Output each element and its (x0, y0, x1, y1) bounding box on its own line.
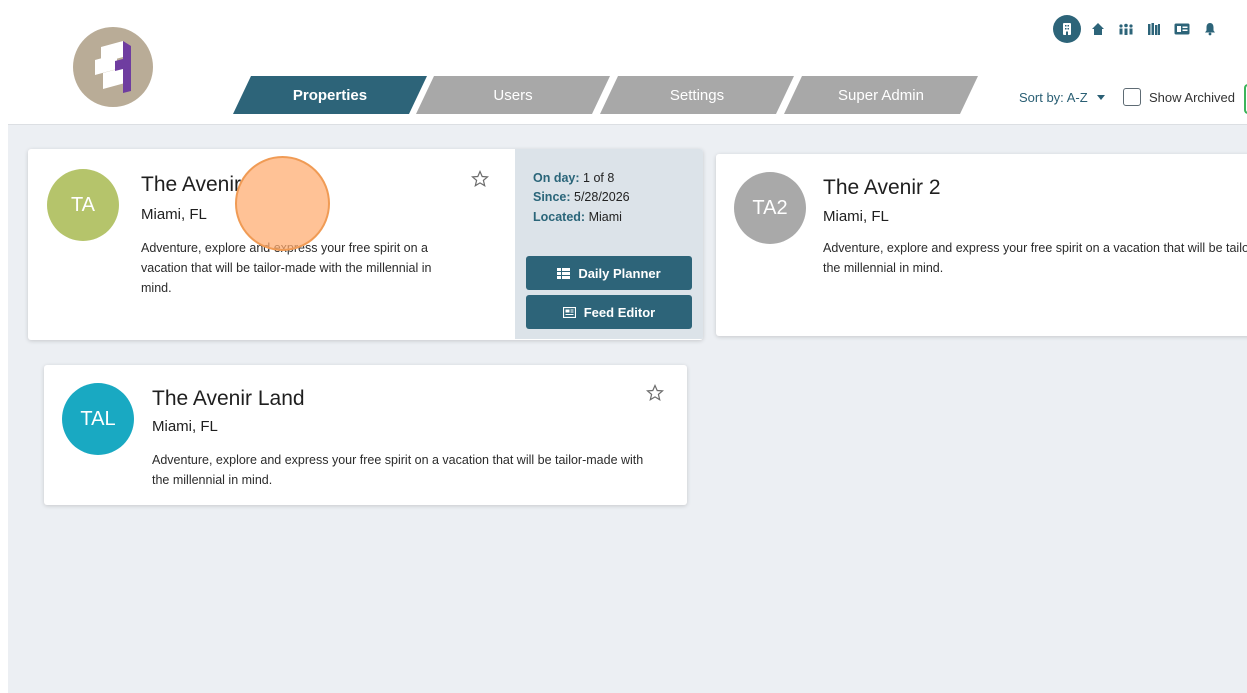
property-name[interactable]: The Avenir Land (152, 387, 305, 411)
top-icon-bar (1053, 15, 1216, 43)
daily-planner-label: Daily Planner (578, 265, 661, 281)
property-details-panel: On day: 1 of 8 Since: 5/28/2026 Located:… (515, 149, 703, 339)
description-line: vacation that will be tailor-made with t… (141, 261, 432, 275)
tab-settings[interactable]: Settings (600, 76, 794, 114)
property-description: Adventure, explore and express your free… (823, 238, 1247, 278)
property-avatar: TA (47, 169, 119, 241)
since-label: Since: (533, 190, 571, 204)
feed-editor-button[interactable]: Feed Editor (526, 295, 692, 329)
show-archived-label: Show Archived (1149, 89, 1235, 105)
property-avatar: TAL (62, 383, 134, 455)
on-day-value: 1 of 8 (583, 171, 615, 185)
planner-grid-icon (557, 267, 571, 279)
top-header: Properties Users Settings Super Admin So… (8, 8, 1247, 125)
bell-icon[interactable] (1204, 22, 1216, 36)
tab-properties-label: Properties (292, 86, 368, 104)
daily-planner-button[interactable]: Daily Planner (526, 256, 692, 290)
description-line: the millennial in mind. (823, 261, 944, 275)
tab-properties[interactable]: Properties (233, 76, 427, 114)
tab-super-admin[interactable]: Super Admin (784, 76, 978, 114)
property-card[interactable]: TA The Avenir Miami, FL Adventure, explo… (28, 149, 703, 340)
id-card-icon[interactable] (1174, 23, 1190, 35)
on-day-row: On day: 1 of 8 (533, 171, 614, 185)
favorite-star-icon[interactable] (646, 384, 664, 402)
click-indicator (235, 156, 330, 251)
property-card[interactable]: TAL The Avenir Land Miami, FL Adventure,… (44, 365, 687, 505)
feed-editor-label: Feed Editor (583, 304, 656, 320)
group-icon[interactable] (1118, 22, 1134, 36)
on-day-label: On day: (533, 171, 580, 185)
building-icon[interactable] (1053, 15, 1081, 43)
sort-label: Sort by: A-Z (1019, 90, 1088, 105)
property-name[interactable]: The Avenir (141, 173, 241, 197)
sort-dropdown[interactable]: Sort by: A-Z (1019, 90, 1105, 105)
description-line: the millennial in mind. (152, 473, 273, 487)
description-line: Adventure, explore and express your free… (823, 241, 1247, 255)
tab-settings-label: Settings (669, 86, 725, 104)
library-icon[interactable] (1147, 22, 1161, 36)
description-line: Adventure, explore and express your free… (152, 453, 644, 467)
located-row: Located: Miami (533, 210, 622, 224)
description-line: mind. (141, 281, 172, 295)
newspaper-icon (562, 306, 576, 318)
caret-down-icon (1096, 95, 1105, 100)
property-card[interactable]: TA2 The Avenir 2 Miami, FL Adventure, ex… (716, 154, 1247, 336)
tab-super-admin-label: Super Admin (838, 86, 924, 104)
property-location: Miami, FL (141, 206, 207, 223)
favorite-star-icon[interactable] (471, 170, 489, 188)
brand-s-logo-icon (95, 41, 131, 93)
show-archived-checkbox[interactable] (1123, 88, 1141, 106)
tab-users[interactable]: Users (416, 76, 610, 114)
property-location: Miami, FL (152, 418, 218, 435)
tab-users-label: Users (493, 86, 533, 104)
property-name[interactable]: The Avenir 2 (823, 176, 941, 200)
since-value: 5/28/2026 (574, 190, 630, 204)
property-location: Miami, FL (823, 208, 889, 225)
property-description: Adventure, explore and express your free… (141, 238, 481, 298)
since-row: Since: 5/28/2026 (533, 190, 630, 204)
app-frame: Properties Users Settings Super Admin So… (8, 8, 1247, 693)
home-icon[interactable] (1091, 22, 1105, 36)
located-label: Located: (533, 210, 586, 224)
brand-logo[interactable] (73, 27, 153, 107)
show-archived-toggle[interactable]: Show Archived (1123, 88, 1235, 106)
property-description: Adventure, explore and express your free… (152, 450, 677, 490)
property-avatar: TA2 (734, 172, 806, 244)
located-value: Miami (588, 210, 622, 224)
